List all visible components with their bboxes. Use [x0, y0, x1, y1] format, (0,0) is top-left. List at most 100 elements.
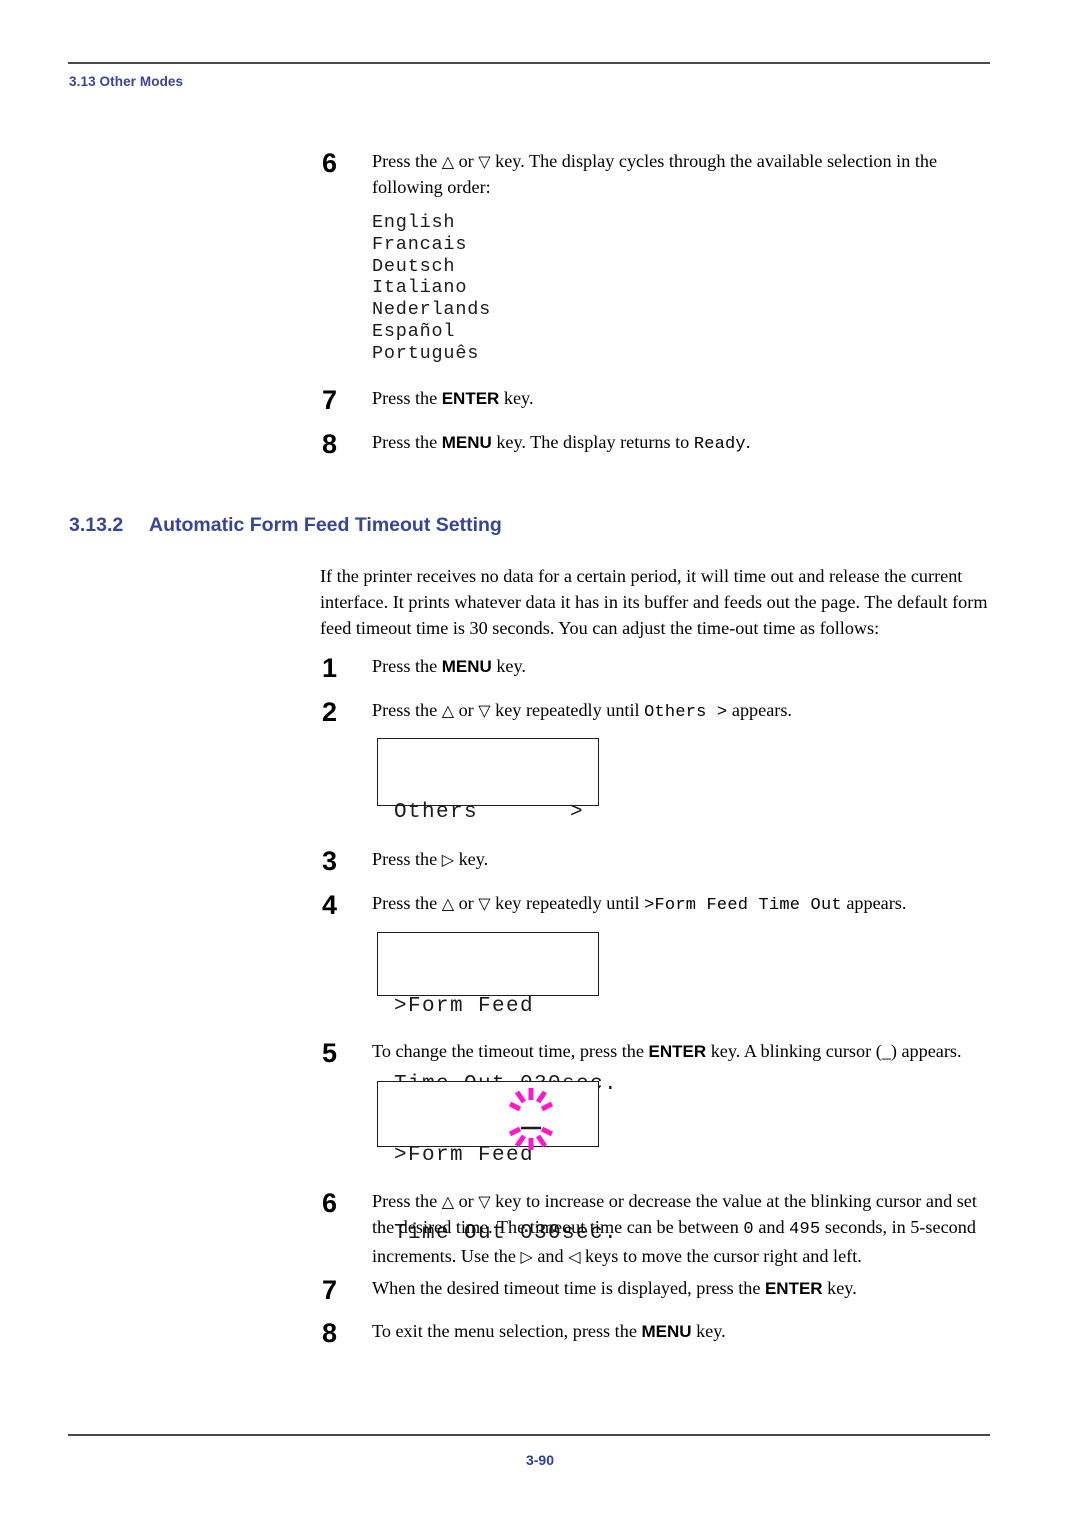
display-text-ready: Ready — [693, 435, 746, 454]
page-number: 3-90 — [525, 1452, 555, 1468]
step-number: 7 — [322, 385, 338, 415]
step-text: Press the △ or ▽ key to increase or decr… — [372, 1188, 1062, 1269]
lcd-line: >Form Feed — [394, 1144, 535, 1167]
step-text-segment: keys to move the cursor right and left. — [580, 1246, 862, 1266]
step-text: To exit the menu selection, press the ME… — [372, 1318, 1072, 1345]
step-text-segment: appears. — [841, 893, 907, 913]
key-label-enter: ENTER — [648, 1042, 707, 1061]
step-text: Press the △ or ▽ key repeatedly until Ot… — [372, 697, 1052, 726]
step-text: Press the △ or ▽ key repeatedly until >F… — [372, 890, 1072, 919]
step-text-segment: appears. — [727, 700, 792, 720]
step-text-segment: Press the — [372, 893, 442, 913]
triangle-up-icon: △ — [441, 894, 455, 913]
step-text-segment: key. A blinking cursor (_) appears. — [706, 1041, 962, 1061]
triangle-right-icon: ▷ — [520, 1247, 533, 1266]
step-text-segment: key. — [822, 1278, 857, 1298]
step-text: Press the MENU key. The display returns … — [372, 429, 1032, 458]
lcd-text-others: Others — [394, 801, 479, 824]
triangle-down-icon: ▽ — [478, 1192, 491, 1211]
step-number: 8 — [322, 1318, 338, 1348]
step-text-segment: or — [454, 700, 479, 720]
triangle-up-icon: △ — [441, 1192, 455, 1211]
step-text: Press the MENU key. — [372, 653, 992, 680]
step-text-segment: Press the — [372, 388, 442, 408]
step-text-segment: seconds, in 5-second — [820, 1217, 976, 1237]
document-page: 3.13 Other Modes 6 Press the △ or ▽ key.… — [0, 0, 1080, 1528]
step-number: 6 — [322, 1188, 338, 1218]
step-number: 5 — [322, 1038, 338, 1068]
step-text-segment: Press the — [372, 656, 442, 676]
step-text-segment: key repeatedly until — [490, 893, 645, 913]
language-list-item: Deutsch — [372, 255, 456, 277]
triangle-up-icon: △ — [441, 701, 455, 720]
section-heading: 3.13.2 Automatic Form Feed Timeout Settin… — [69, 514, 502, 537]
lcd-panel-form-feed-blinking-cursor: >Form Feed Time Out 030sec. — [377, 1081, 617, 1245]
step-text-segment: key. The display returns to — [491, 432, 694, 452]
value-max-timeout: 495 — [789, 1220, 821, 1239]
key-label-menu: MENU — [441, 657, 492, 676]
triangle-down-icon: ▽ — [478, 701, 491, 720]
step-text: To change the timeout time, press the EN… — [372, 1038, 1072, 1065]
language-list-item: Español — [372, 320, 456, 342]
language-list-item: Francais — [372, 233, 468, 255]
display-text-form-feed-time-out: >Form Feed Time Out — [644, 896, 842, 915]
intro-paragraph: If the printer receives no data for a ce… — [320, 563, 1000, 641]
step-text-segment: Press the — [372, 700, 442, 720]
display-text-others: Others > — [644, 703, 728, 722]
step-text-segment: and — [532, 1246, 569, 1266]
step-text-segment: key to increase or decrease the value at… — [490, 1191, 977, 1211]
triangle-right-icon: ▷ — [441, 850, 455, 869]
lcd-line: Others > — [394, 800, 584, 826]
step-text-segment: or — [454, 1191, 479, 1211]
step-text-segment: increments. Use the — [372, 1246, 521, 1266]
lcd-line: >Form Feed — [394, 995, 535, 1018]
step-number: 8 — [322, 429, 338, 459]
step-text-segment: key. The display cycles through the avai… — [490, 151, 938, 171]
step-text-segment: or — [454, 893, 479, 913]
step-text-segment: key. — [491, 656, 526, 676]
step-text-segment: To change the timeout time, press the — [372, 1041, 649, 1061]
step-text-segment: To exit the menu selection, press the — [372, 1321, 642, 1341]
step-text: When the desired timeout time is display… — [372, 1275, 1072, 1302]
triangle-left-icon: ◁ — [568, 1247, 581, 1266]
step-text-segment: key. — [454, 849, 489, 869]
step-text-segment: key. — [691, 1321, 726, 1341]
step-text: Press the ▷ key. — [372, 846, 992, 872]
header-rule — [68, 62, 990, 64]
language-list-item: Italiano — [372, 277, 468, 299]
paragraph-line: If the printer receives no data for a ce… — [320, 566, 963, 586]
step-text-segment: the desired time. The timeout time can b… — [372, 1217, 744, 1237]
section-number: 3.13.2 — [69, 514, 124, 536]
step-text-segment: following order: — [372, 177, 491, 197]
section-title: Automatic Form Feed Timeout Setting — [149, 514, 502, 536]
triangle-down-icon: ▽ — [478, 152, 491, 171]
value-min-timeout: 0 — [743, 1220, 754, 1239]
key-label-menu: MENU — [441, 433, 492, 452]
paragraph-line: interface. It prints whatever data it ha… — [320, 592, 988, 612]
step-text-segment: key repeatedly until — [490, 700, 645, 720]
step-text-segment: . — [745, 432, 751, 452]
paragraph-line: feed timeout time is 30 seconds. You can… — [320, 618, 880, 638]
step-text-segment: Press the — [372, 432, 442, 452]
step-text-segment: and — [753, 1217, 790, 1237]
lcd-panel-form-feed: >Form Feed Time Out 030sec. — [377, 932, 617, 1096]
step-number: 3 — [322, 846, 338, 876]
step-text-segment: Press the — [372, 1191, 442, 1211]
step-number: 4 — [322, 890, 338, 920]
step-text-segment: Press the — [372, 849, 442, 869]
step-number: 7 — [322, 1275, 338, 1305]
language-list-item: English — [372, 212, 456, 233]
lcd-submenu-arrow: > — [569, 801, 584, 824]
language-list-item: Português — [372, 342, 480, 364]
key-label-enter: ENTER — [441, 389, 500, 408]
step-text-segment: or — [454, 151, 479, 171]
triangle-down-icon: ▽ — [478, 894, 491, 913]
step-text-segment: When the desired timeout time is display… — [372, 1278, 765, 1298]
step-text-segment: key. — [499, 388, 534, 408]
step-number: 2 — [322, 697, 338, 727]
key-label-enter: ENTER — [764, 1279, 823, 1298]
step-number: 1 — [322, 653, 338, 683]
step-text: Press the ENTER key. — [372, 385, 992, 412]
footer-rule — [68, 1434, 990, 1436]
running-header-section-label: 3.13 Other Modes — [69, 74, 184, 89]
